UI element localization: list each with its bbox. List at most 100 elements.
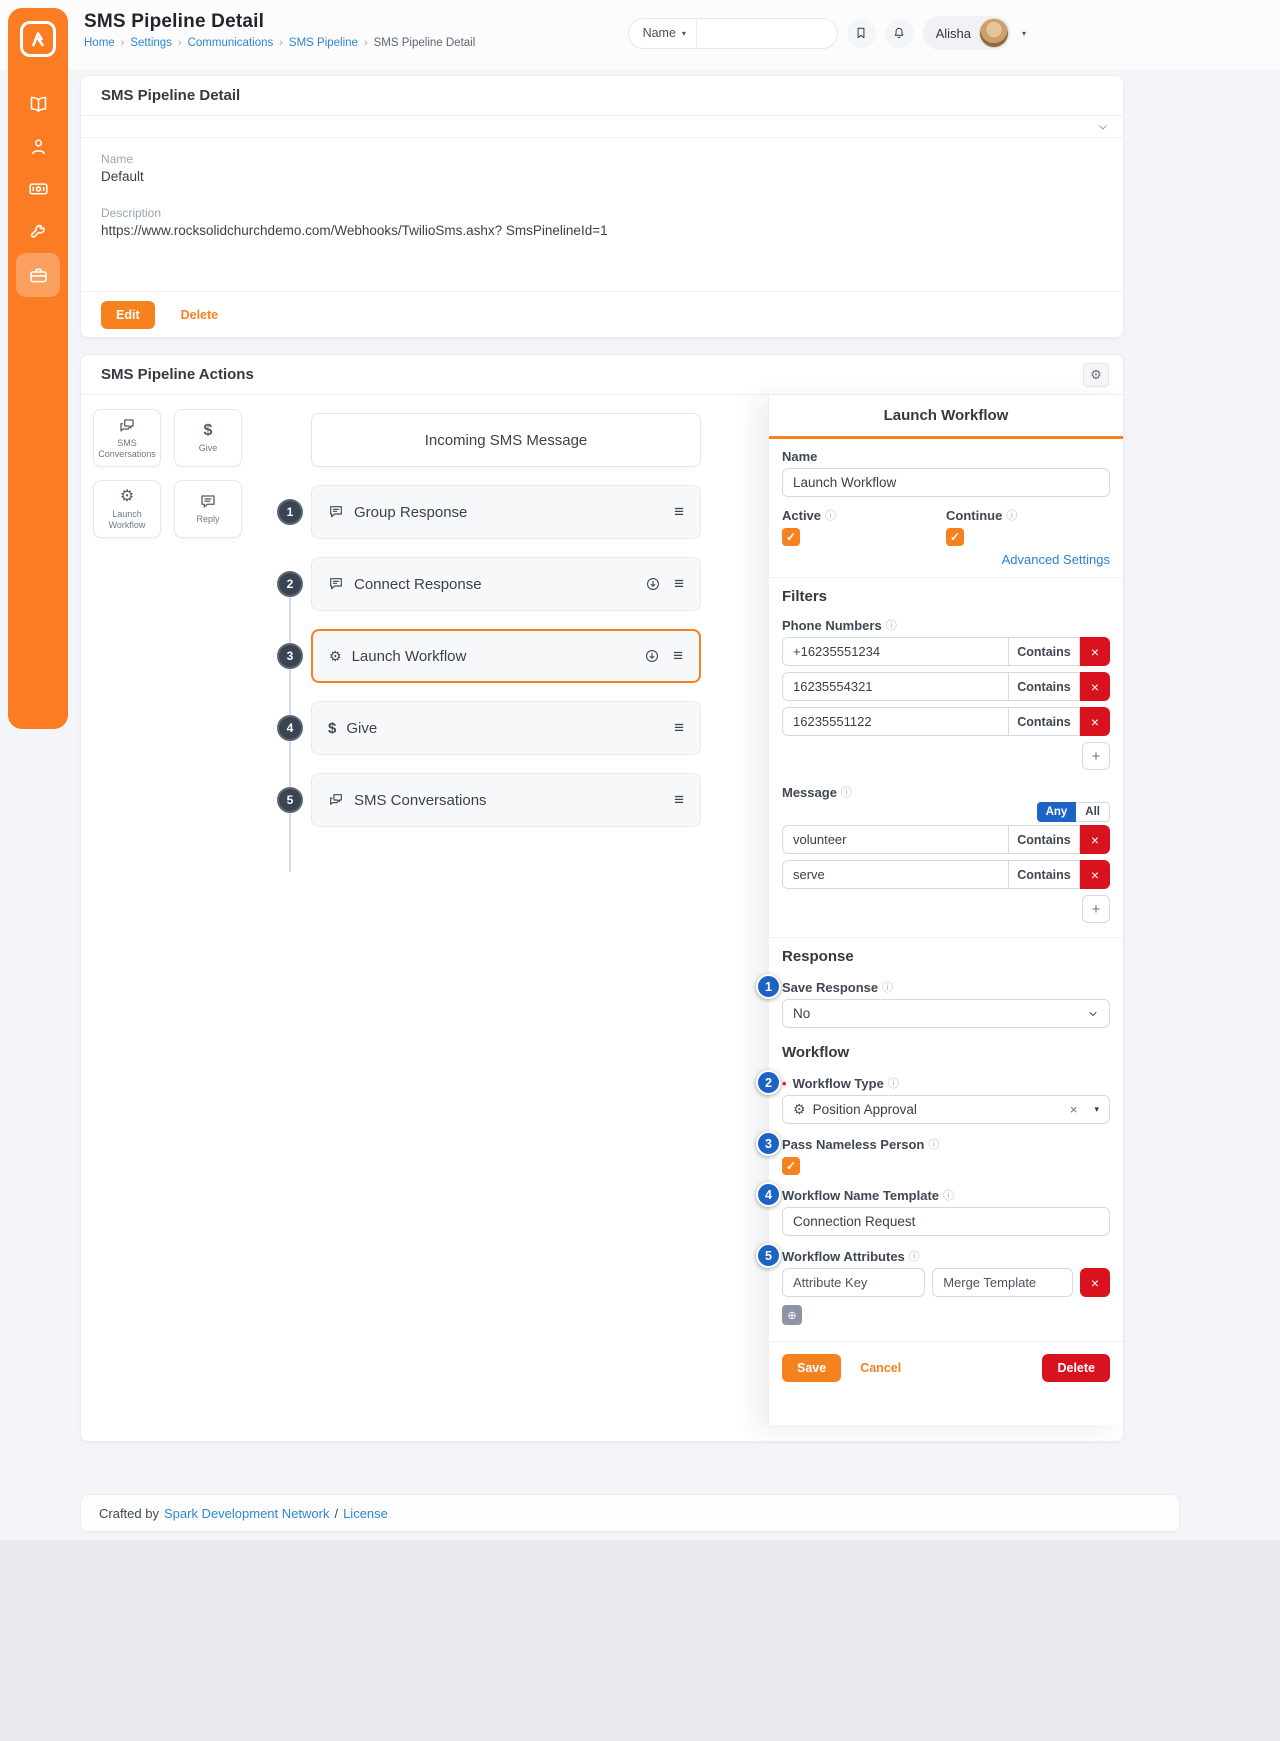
bookmark-button[interactable] bbox=[846, 18, 876, 48]
drag-handle-icon[interactable]: ≡ bbox=[673, 646, 683, 666]
breadcrumb-separator-icon: › bbox=[120, 37, 125, 49]
message-keyword-input[interactable] bbox=[782, 860, 1008, 889]
palette-give[interactable]: $ Give bbox=[174, 409, 242, 467]
info-icon[interactable]: ⓘ bbox=[909, 1248, 920, 1264]
panel-title: SMS Pipeline Actions bbox=[101, 366, 254, 383]
search-filter-label: Name bbox=[642, 26, 676, 40]
breadcrumb-home[interactable]: Home bbox=[84, 37, 115, 49]
info-icon[interactable]: ⓘ bbox=[943, 1187, 954, 1203]
user-menu[interactable]: Alisha bbox=[922, 16, 1011, 50]
drag-handle-icon[interactable]: ≡ bbox=[674, 502, 684, 522]
remove-filter-button[interactable]: × bbox=[1080, 637, 1110, 666]
chat-bubbles-icon bbox=[328, 792, 344, 808]
palette-sms-conversations[interactable]: SMS Conversations bbox=[93, 409, 161, 467]
name-template-input[interactable] bbox=[782, 1207, 1110, 1236]
drag-handle-icon[interactable]: ≡ bbox=[674, 574, 684, 594]
breadcrumb-settings[interactable]: Settings bbox=[130, 37, 172, 49]
save-response-select[interactable]: No bbox=[782, 999, 1110, 1028]
gears-icon: ⚙ bbox=[329, 648, 342, 664]
continue-checkbox[interactable]: ✓ bbox=[946, 528, 964, 546]
phone-number-input[interactable] bbox=[782, 672, 1008, 701]
remove-filter-button[interactable]: × bbox=[1080, 860, 1110, 889]
step-row-4: 4 $ Give ≡ bbox=[277, 701, 701, 755]
workflow-type-select[interactable]: ⚙ Position Approval × ▾ bbox=[782, 1095, 1110, 1124]
step-launch-workflow[interactable]: ⚙ Launch Workflow ≡ bbox=[311, 629, 701, 683]
collapse-toggle[interactable] bbox=[81, 116, 1123, 138]
breadcrumb: Home › Settings › Communications › SMS P… bbox=[84, 37, 475, 49]
license-link[interactable]: License bbox=[343, 1506, 388, 1521]
remove-filter-button[interactable]: × bbox=[1080, 825, 1110, 854]
contains-operator-button[interactable]: Contains bbox=[1008, 637, 1080, 666]
search-filter-dropdown[interactable]: Name ▾ bbox=[629, 18, 697, 48]
drag-handle-icon[interactable]: ≡ bbox=[674, 790, 684, 810]
info-icon[interactable]: ⓘ bbox=[1006, 507, 1017, 523]
search-box[interactable]: Name ▾ bbox=[627, 17, 838, 49]
save-button[interactable]: Save bbox=[782, 1354, 842, 1382]
cancel-link[interactable]: Cancel bbox=[860, 1361, 901, 1375]
notifications-button[interactable] bbox=[884, 18, 914, 48]
breadcrumb-communications[interactable]: Communications bbox=[188, 37, 274, 49]
remove-filter-button[interactable]: × bbox=[1080, 672, 1110, 701]
add-message-filter-button[interactable]: + bbox=[1082, 895, 1110, 923]
caret-down-icon[interactable]: ▾ bbox=[1094, 1104, 1099, 1115]
all-toggle[interactable]: All bbox=[1076, 802, 1110, 822]
delete-button[interactable]: Delete bbox=[1042, 1354, 1110, 1382]
info-icon[interactable]: ⓘ bbox=[825, 507, 836, 523]
edit-button[interactable]: Edit bbox=[101, 300, 155, 329]
info-icon[interactable]: ⓘ bbox=[886, 617, 897, 633]
sidebar-item-tools[interactable] bbox=[16, 209, 60, 251]
info-icon[interactable]: ⓘ bbox=[841, 784, 852, 800]
step-give[interactable]: $ Give ≡ bbox=[311, 701, 701, 755]
add-attribute-button[interactable]: ⊕ bbox=[782, 1305, 802, 1325]
contains-operator-button[interactable]: Contains bbox=[1008, 672, 1080, 701]
drag-handle-icon[interactable]: ≡ bbox=[674, 718, 684, 738]
delete-link[interactable]: Delete bbox=[181, 308, 219, 322]
add-phone-filter-button[interactable]: + bbox=[1082, 742, 1110, 770]
remove-attribute-button[interactable]: × bbox=[1080, 1268, 1110, 1297]
merge-template-input[interactable] bbox=[932, 1268, 1073, 1297]
user-caret-down-icon[interactable]: ▾ bbox=[1022, 29, 1026, 38]
breadcrumb-separator-icon: › bbox=[363, 37, 368, 49]
breadcrumb-sms-pipeline[interactable]: SMS Pipeline bbox=[289, 37, 358, 49]
search-input[interactable] bbox=[696, 18, 837, 48]
message-keyword-input[interactable] bbox=[782, 825, 1008, 854]
sidebar-item-library[interactable] bbox=[16, 83, 60, 125]
contains-operator-button[interactable]: Contains bbox=[1008, 825, 1080, 854]
contains-operator-button[interactable]: Contains bbox=[1008, 860, 1080, 889]
rock-logo[interactable] bbox=[20, 21, 56, 57]
phone-filter-row: Contains × bbox=[782, 637, 1110, 666]
spark-development-network-link[interactable]: Spark Development Network bbox=[164, 1506, 329, 1521]
money-icon bbox=[28, 178, 49, 199]
panel-settings-button[interactable]: ⚙ bbox=[1083, 362, 1109, 387]
sidebar-item-finance[interactable] bbox=[16, 167, 60, 209]
info-icon[interactable]: ⓘ bbox=[882, 979, 893, 995]
download-icon[interactable] bbox=[644, 648, 660, 664]
phone-number-input[interactable] bbox=[782, 707, 1008, 736]
form-name-input[interactable] bbox=[782, 468, 1110, 497]
remove-filter-button[interactable]: × bbox=[1080, 707, 1110, 736]
step-row-1: 1 Group Response ≡ bbox=[277, 485, 701, 539]
download-icon[interactable] bbox=[645, 576, 661, 592]
attribute-key-input[interactable] bbox=[782, 1268, 926, 1297]
phone-number-input[interactable] bbox=[782, 637, 1008, 666]
step-connect-response[interactable]: Connect Response ≡ bbox=[311, 557, 701, 611]
info-icon[interactable]: ⓘ bbox=[928, 1136, 939, 1152]
step-group-response[interactable]: Group Response ≡ bbox=[311, 485, 701, 539]
info-icon[interactable]: ⓘ bbox=[888, 1075, 899, 1091]
pass-nameless-checkbox[interactable]: ✓ bbox=[782, 1157, 800, 1175]
advanced-settings-link[interactable]: Advanced Settings bbox=[1002, 552, 1110, 567]
active-checkbox[interactable]: ✓ bbox=[782, 528, 800, 546]
palette-launch-workflow[interactable]: ⚙ Launch Workflow bbox=[93, 480, 161, 538]
sidebar-item-workspaces[interactable] bbox=[16, 253, 60, 297]
palette-reply[interactable]: Reply bbox=[174, 480, 242, 538]
contains-operator-button[interactable]: Contains bbox=[1008, 707, 1080, 736]
step-sms-conversations[interactable]: SMS Conversations ≡ bbox=[311, 773, 701, 827]
footer-text: Crafted by bbox=[99, 1505, 159, 1521]
caret-down-icon: ▾ bbox=[681, 28, 686, 38]
pipeline-actions-panel: SMS Pipeline Actions ⚙ SMS Conversations… bbox=[80, 354, 1124, 1442]
sidebar-item-people[interactable] bbox=[16, 125, 60, 167]
name-label: Name bbox=[101, 152, 134, 166]
description-label: Description bbox=[101, 206, 162, 220]
clear-selection-icon[interactable]: × bbox=[1070, 1102, 1078, 1117]
any-toggle[interactable]: Any bbox=[1036, 802, 1077, 822]
